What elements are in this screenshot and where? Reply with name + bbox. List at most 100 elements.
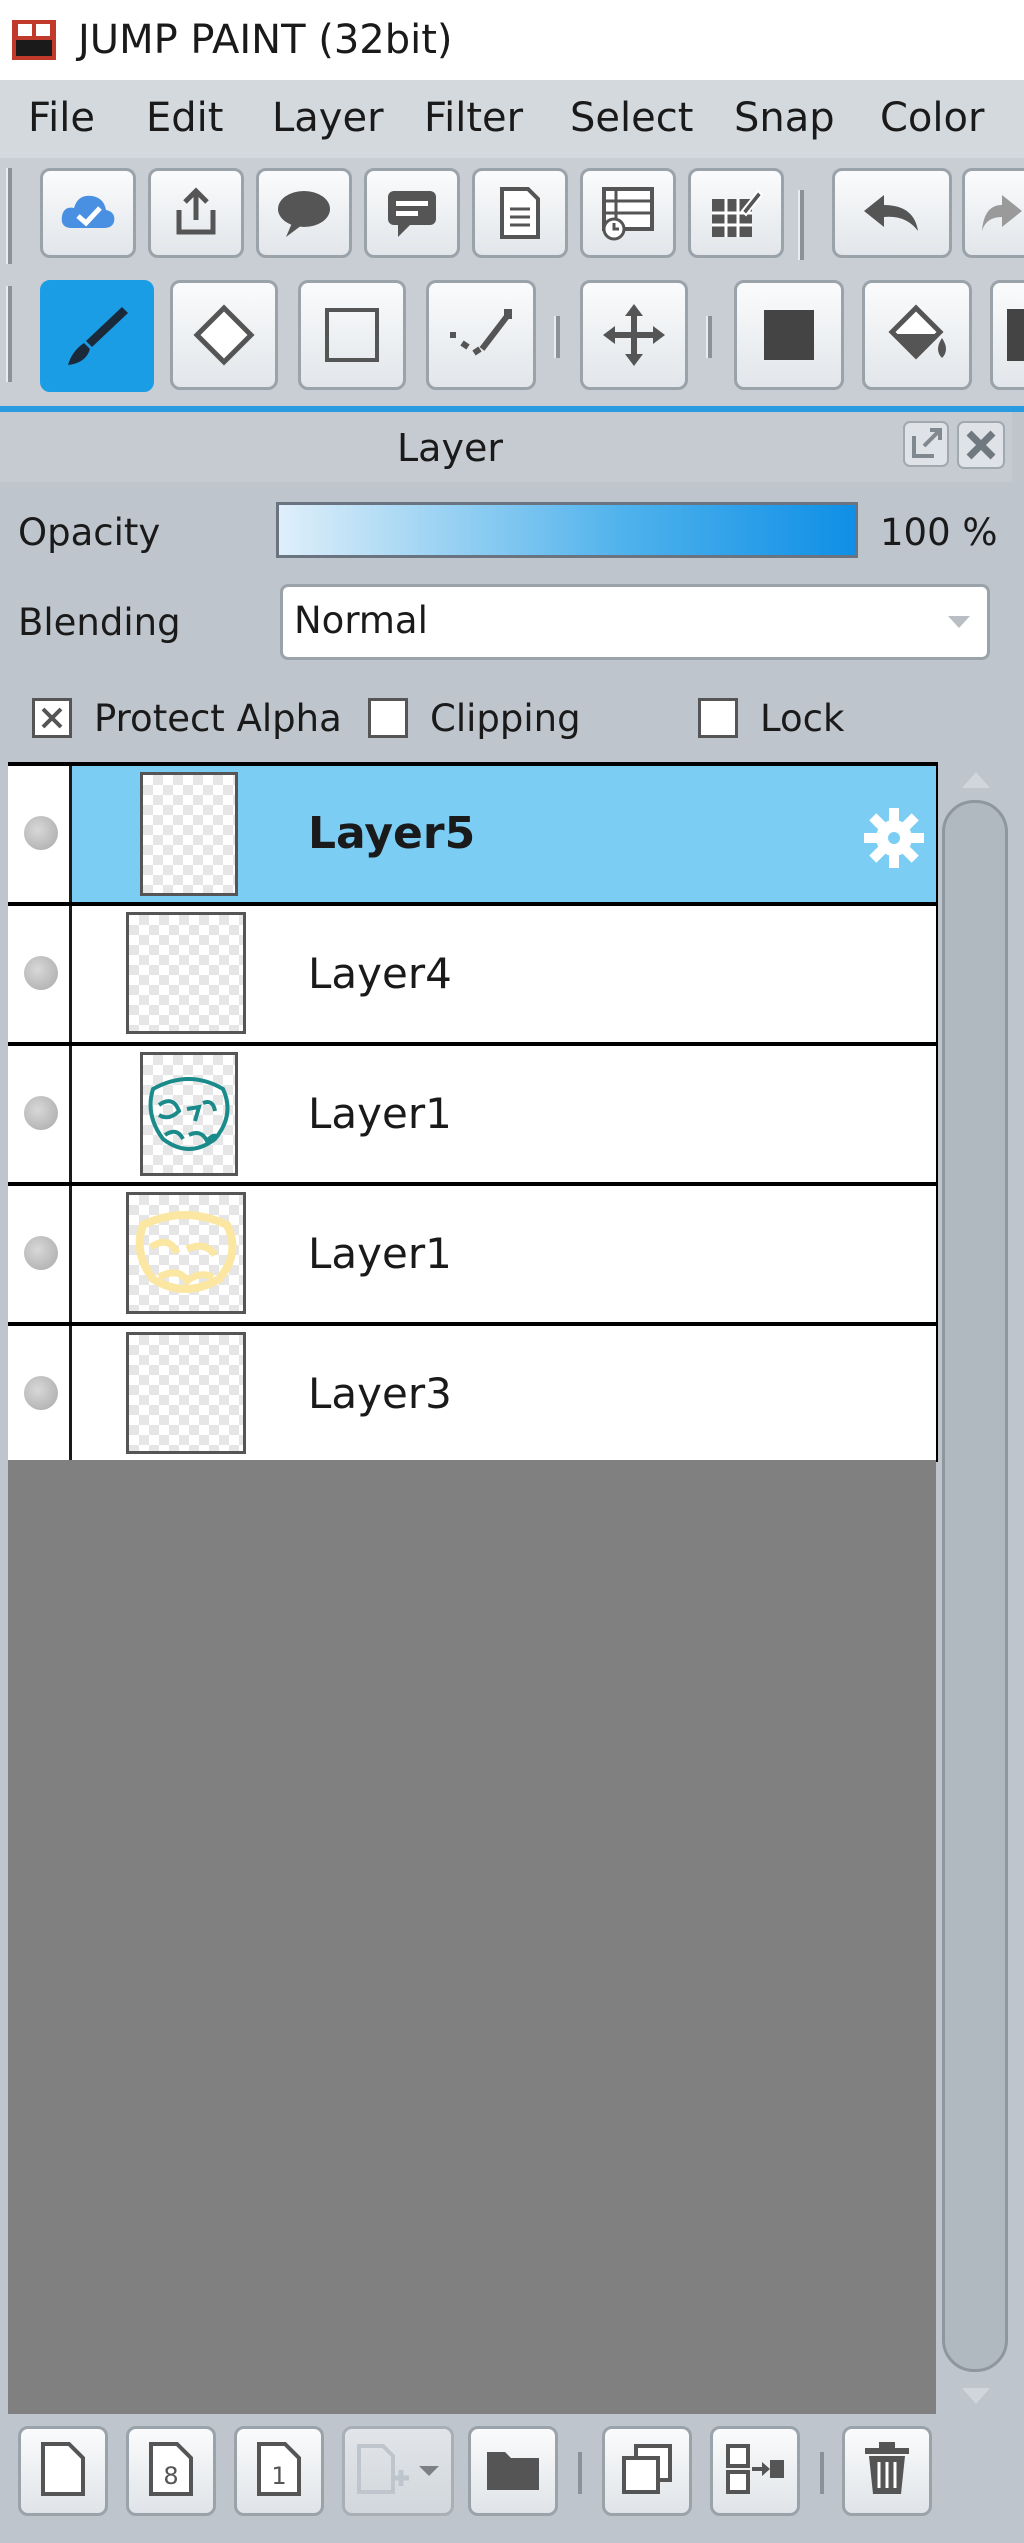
visibility-dot-icon[interactable] [24, 1376, 58, 1410]
opacity-slider[interactable] [276, 502, 858, 558]
cloud-sync-button[interactable] [40, 168, 136, 258]
paint-bucket-icon [882, 302, 952, 368]
layer-thumbnail [140, 772, 238, 896]
more-tool-button[interactable] [990, 280, 1024, 390]
layer-thumbnail [126, 1192, 246, 1314]
duplicate-layer-button[interactable] [602, 2426, 692, 2516]
close-icon [956, 421, 1006, 474]
popout-button[interactable] [902, 420, 950, 468]
merge-down-icon [724, 2442, 786, 2500]
clipping-label: Clipping [430, 697, 581, 740]
visibility-cell[interactable] [8, 766, 72, 902]
visibility-dot-icon[interactable] [24, 1096, 58, 1130]
new-8bit-layer-icon: 8 [147, 2440, 195, 2502]
lock-checkbox[interactable] [698, 698, 738, 738]
visibility-cell[interactable] [8, 906, 72, 1042]
toolbar-separator [798, 190, 804, 260]
page-icon [498, 185, 542, 241]
scroll-down-arrow-icon[interactable] [958, 2384, 994, 2408]
visibility-dot-icon[interactable] [24, 1236, 58, 1270]
action-separator [578, 2452, 582, 2494]
new-8bit-layer-button[interactable]: 8 [126, 2426, 216, 2516]
layer-row[interactable]: Layer4 [8, 906, 936, 1042]
history-icon [600, 185, 656, 241]
toolbar-grip[interactable] [6, 168, 12, 264]
visibility-dot-icon[interactable] [24, 956, 58, 990]
menu-color[interactable]: Color [880, 88, 984, 148]
undo-icon [860, 189, 924, 237]
layer-row[interactable]: Layer1 [8, 1046, 936, 1182]
svg-text:8: 8 [163, 2462, 178, 2490]
add-dropdown-button[interactable] [342, 2426, 454, 2516]
undo-button[interactable] [832, 168, 952, 258]
eraser-icon [191, 302, 257, 368]
layer-name: Layer1 [308, 1229, 452, 1278]
popout-icon [902, 421, 950, 472]
layer-thumbnail [140, 1052, 238, 1176]
share-button[interactable] [148, 168, 244, 258]
layer-list-empty-area [8, 1460, 936, 2415]
page-button[interactable] [472, 168, 568, 258]
layer-thumbnail [126, 912, 246, 1034]
visibility-cell[interactable] [8, 1326, 72, 1462]
lasso-line-icon [446, 305, 516, 365]
layer-row[interactable]: Layer3 [8, 1326, 936, 1462]
opacity-value: 100 % [880, 511, 998, 554]
blending-label: Blending [18, 601, 181, 644]
history-button[interactable] [580, 168, 676, 258]
add-dropdown-icon [353, 2440, 443, 2502]
move-icon [599, 300, 669, 370]
menu-snap[interactable]: Snap [734, 88, 835, 148]
rectangle-select-tool-button[interactable] [298, 280, 406, 390]
delete-layer-button[interactable] [842, 2426, 932, 2516]
window-title: JUMP PAINT (32bit) [78, 17, 453, 63]
protect-alpha-label: Protect Alpha [94, 697, 342, 740]
toolbar-separator [706, 316, 712, 358]
fill-square-tool-button[interactable] [734, 280, 844, 390]
grid-settings-button[interactable] [688, 168, 784, 258]
merge-down-button[interactable] [710, 2426, 800, 2516]
comment-button[interactable] [364, 168, 460, 258]
visibility-cell[interactable] [8, 1186, 72, 1322]
visibility-dot-icon[interactable] [24, 816, 58, 850]
menu-layer[interactable]: Layer [272, 88, 384, 148]
menu-file[interactable]: File [28, 88, 95, 148]
duplicate-icon [620, 2442, 674, 2500]
scroll-up-arrow-icon[interactable] [958, 768, 994, 792]
layer-thumbnail [126, 1332, 246, 1454]
menu-edit[interactable]: Edit [146, 88, 223, 148]
toolbar-grip[interactable] [6, 286, 12, 382]
paint-bucket-tool-button[interactable] [862, 280, 972, 390]
redo-icon [982, 189, 1022, 237]
move-tool-button[interactable] [580, 280, 688, 390]
app-logo-icon [12, 20, 56, 60]
layer-row[interactable]: Layer5 [8, 766, 936, 902]
menu-select[interactable]: Select [570, 88, 693, 148]
layer-row[interactable]: Layer1 [8, 1186, 936, 1322]
folder-button[interactable] [468, 2426, 558, 2516]
clipping-checkbox[interactable] [368, 698, 408, 738]
scrollbar-thumb[interactable] [942, 800, 1008, 2372]
new-1bit-layer-icon: 1 [255, 2440, 303, 2502]
close-panel-button[interactable] [956, 420, 1006, 470]
brush-tool-button[interactable] [40, 280, 154, 392]
redo-button[interactable] [962, 168, 1024, 258]
share-icon [169, 186, 223, 240]
layer-name: Layer3 [308, 1369, 452, 1418]
brush-icon [62, 301, 132, 371]
new-1bit-layer-button[interactable]: 1 [234, 2426, 324, 2516]
speech-bubble-button[interactable] [256, 168, 352, 258]
chevron-down-icon [944, 606, 974, 636]
menu-filter[interactable]: Filter [424, 88, 523, 148]
speech-bubble-icon [274, 187, 334, 239]
folder-icon [483, 2444, 543, 2498]
visibility-cell[interactable] [8, 1046, 72, 1182]
lasso-line-tool-button[interactable] [426, 280, 536, 390]
protect-alpha-checkbox[interactable] [32, 698, 72, 738]
gear-icon[interactable] [862, 806, 926, 874]
blending-value: Normal [294, 599, 428, 642]
action-separator [820, 2452, 824, 2494]
new-layer-icon [39, 2440, 87, 2502]
new-layer-button[interactable] [18, 2426, 108, 2516]
eraser-tool-button[interactable] [170, 280, 278, 390]
